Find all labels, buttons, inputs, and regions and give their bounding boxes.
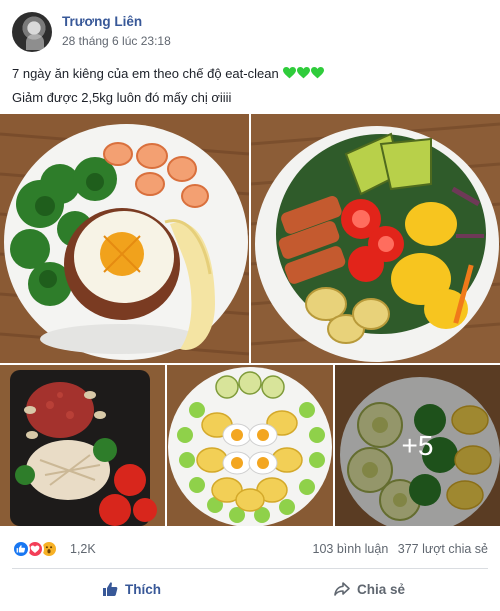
action-bar: Thích Chia sẻ	[12, 572, 488, 606]
reactions-bar: 1,2K 103 bình luận 377 lượt chia sẻ	[12, 538, 488, 562]
post-text-line-1: 7 ngày ăn kiêng của em theo chế độ eat-c…	[12, 62, 488, 86]
food-photo-2[interactable]	[251, 114, 500, 363]
avatar[interactable]	[12, 12, 52, 52]
post-text-line-1-content: 7 ngày ăn kiêng của em theo chế độ eat-c…	[12, 66, 279, 81]
thumbs-up-icon	[101, 580, 119, 598]
share-arrow-icon	[333, 580, 351, 598]
green-heart-icon	[297, 67, 311, 79]
like-reaction-icon	[12, 540, 30, 558]
post-text: 7 ngày ăn kiêng của em theo chế độ eat-c…	[12, 62, 488, 110]
like-label: Thích	[125, 581, 161, 597]
like-button[interactable]: Thích	[12, 572, 250, 606]
food-photo-1[interactable]	[0, 114, 249, 363]
food-photo-5[interactable]: +5	[335, 365, 500, 526]
reaction-count[interactable]: 1,2K	[70, 542, 96, 556]
facebook-post: Trương Liên 28 tháng 6 lúc 23:18 7 ngày …	[0, 0, 500, 611]
post-timestamp[interactable]: 28 tháng 6 lúc 23:18	[62, 34, 171, 48]
post-stats: 103 bình luận 377 lượt chia sẻ	[307, 542, 488, 556]
author-name[interactable]: Trương Liên	[62, 14, 142, 29]
photo-grid: +5	[0, 114, 500, 526]
divider	[12, 568, 488, 569]
share-label: Chia sẻ	[356, 581, 406, 597]
more-photos-overlay[interactable]: +5	[335, 365, 500, 526]
green-heart-icon	[311, 67, 325, 79]
food-photo-4[interactable]	[167, 365, 333, 526]
post-text-line-2: Giảm được 2,5kg luôn đó mấy chị ơiiii	[12, 90, 232, 105]
more-photos-count: +5	[401, 429, 434, 461]
comment-count[interactable]: 103 bình luận	[313, 542, 389, 556]
green-heart-icon	[283, 67, 297, 79]
food-photo-3[interactable]	[0, 365, 165, 526]
share-button[interactable]: Chia sẻ	[250, 572, 488, 606]
post-header: Trương Liên 28 tháng 6 lúc 23:18	[12, 12, 488, 56]
reaction-icons[interactable]	[12, 540, 70, 558]
share-count[interactable]: 377 lượt chia sẻ	[398, 542, 488, 556]
